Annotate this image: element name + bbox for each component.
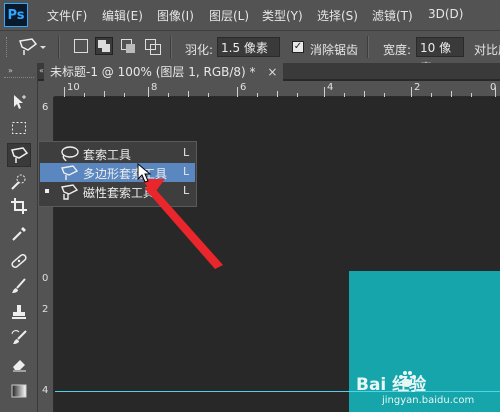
quick-selection-tool[interactable] [7,171,31,193]
feather-label: 羽化: [185,43,214,57]
stamp-icon [12,305,26,319]
separator [58,36,60,58]
gradient-tool[interactable] [7,380,31,402]
marquee-tool[interactable] [7,117,31,139]
add-to-selection-icon[interactable] [95,37,113,55]
contrast-label: 对比度 [474,43,500,57]
eyedropper-tool[interactable] [7,223,31,245]
lasso-tool[interactable] [7,143,31,167]
close-tab-icon[interactable]: × [267,65,277,79]
menu-select[interactable]: 选择(S) [317,7,358,24]
mouse-cursor-icon [137,163,152,183]
panel-grip[interactable] [4,77,34,80]
menu-3d[interactable]: 3D(D) [428,7,463,21]
options-bar: 羽化: 1.5 像素 ✓ 消除锯齿 宽度: 10 像素 对比度 [0,30,500,75]
move-icon [14,95,26,109]
menu-edit[interactable]: 编辑(E) [102,7,143,24]
flyout-item-label: 套索工具 [83,148,132,162]
antialias-checkbox[interactable]: ✓ [292,41,304,53]
polygonal-lasso-icon [61,165,79,180]
menu-file[interactable]: 文件(F) [47,7,87,24]
magnetic-lasso-icon [61,184,79,200]
history-brush-tool[interactable] [7,327,31,349]
document-tab-title: 未标题-1 @ 100% (图层 1, RGB/8) * [50,65,256,79]
flyout-item-shortcut: L [183,146,190,159]
gradient-icon [11,384,27,398]
history-brush-icon [11,330,27,344]
brush-icon [12,278,26,293]
ruler-label: 4 [42,385,49,396]
options-grip[interactable] [6,37,11,57]
polygonal-lasso-icon [11,147,29,163]
watermark-brand: Bai 经验 [356,375,427,395]
ruler-label: 8 [151,82,158,93]
ruler-label: 2 [414,82,421,93]
brush-tool[interactable] [7,275,31,297]
ruler-label: 0 [42,273,49,284]
separator [170,36,172,58]
horizontal-ruler[interactable]: 10 8 6 4 2 0 [54,81,500,97]
separator [367,36,369,58]
menu-bar: Ps 文件(F) 编辑(E) 图像(I) 图层(L) 类型(Y) 选择(S) 滤… [0,0,500,30]
crop-tool[interactable] [7,195,31,217]
subtract-from-selection-icon[interactable] [121,39,135,53]
eraser-tool[interactable] [7,353,31,375]
menu-layer[interactable]: 图层(L) [209,7,249,24]
collapse-panel-icon[interactable]: » [8,66,13,75]
width-input[interactable]: 10 像素 [416,37,464,75]
ruler-label: 4 [327,82,334,93]
move-tool[interactable] [7,91,31,113]
new-selection-icon[interactable] [74,39,88,53]
eraser-icon [13,360,26,372]
bandage-icon [11,254,27,268]
ruler-label: 6 [42,102,49,113]
intersect-selection-icon[interactable] [145,39,161,55]
polygonal-lasso-icon [19,38,46,55]
document-tab[interactable]: 未标题-1 @ 100% (图层 1, RGB/8) * × [44,63,284,81]
ruler-origin[interactable] [38,81,54,97]
baidu-jingyan-watermark: Bai 经验 jingyan.baidu.com [348,364,498,412]
ruler-label: 0 [490,82,497,93]
lasso-icon [61,146,79,162]
flyout-item-lasso[interactable]: 套索工具 L [40,144,195,163]
quick-selection-icon [11,174,26,190]
menu-type[interactable]: 类型(Y) [262,7,303,24]
clone-stamp-tool[interactable] [7,301,31,323]
tool-panel: » [0,63,38,412]
healing-brush-tool[interactable] [7,250,31,272]
photoshop-logo: Ps [4,3,28,27]
menu-image[interactable]: 图像(I) [157,7,194,24]
crop-icon [11,198,27,214]
feather-input[interactable]: 1.5 像素 [217,37,280,57]
ruler-ticks [64,87,496,97]
eyedropper-icon [12,227,26,241]
ruler-label: 6 [240,82,247,93]
width-label: 宽度: [383,43,412,57]
menu-filter[interactable]: 滤镜(T) [372,7,413,24]
antialias-label: 消除锯齿 [310,43,359,57]
active-tool-bullet [45,189,49,193]
ruler-label: 2 [42,304,49,315]
ruler-label: 10 [67,82,80,93]
rectangular-marquee-icon [12,122,26,134]
watermark-url: jingyan.baidu.com [382,395,475,406]
tool-preset-picker[interactable] [16,36,46,58]
